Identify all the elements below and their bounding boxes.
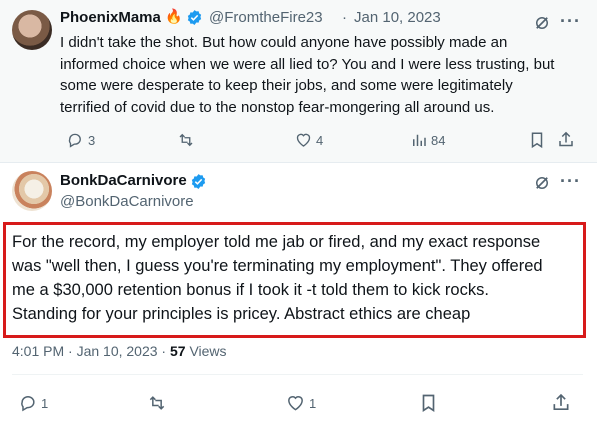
retweet-button[interactable] [176,131,196,149]
retweet-icon [179,133,193,147]
avatar[interactable] [12,10,52,50]
share-icon[interactable] [551,392,571,413]
divider [12,374,583,375]
bookmark-icon[interactable] [529,131,545,149]
tweet-timestamp[interactable]: 4:01 PM · Jan 10, 2023 · [12,343,170,359]
tweet-line: I didn't take the shot. But how could an… [60,34,508,51]
tweet-date[interactable]: Jan 10, 2023 [354,9,441,26]
reply-button[interactable]: 1 [18,393,48,413]
tweet-text: For the record, my employer told me jab … [12,230,543,326]
tweet-line: me a $30,000 retention bonus if I took i… [12,281,489,299]
author-name[interactable]: BonkDaCarnivore [60,172,187,189]
tweet-metadata: 4:01 PM · Jan 10, 2023 · 57 Views [12,343,227,359]
tweet-text: I didn't take the shot. But how could an… [60,32,554,118]
reply-icon [21,396,35,412]
verified-badge-icon [187,10,202,25]
heart-icon [296,133,311,147]
author-handle[interactable]: @FromtheFire23 [209,9,323,26]
reply-count: 1 [41,395,49,411]
heart-icon [288,396,303,411]
views-count: 84 [431,132,446,148]
author-name[interactable]: PhoenixMama [60,9,161,26]
retweet-button[interactable] [146,393,168,413]
tweet-line: terrified of covid due to the nonstop fe… [60,98,495,116]
views-count: 57 [169,343,186,359]
share-icon[interactable] [557,130,575,149]
retweet-icon [149,396,165,410]
fire-emoji-icon: 🔥 [165,8,183,24]
tweet-line: Standing for your principles is pricey. … [12,305,471,323]
verified-badge-icon [191,174,206,189]
tweet-line: informed choice when we were all lied to… [60,55,555,73]
grok-icon[interactable] [533,174,551,192]
separator-dot: · [342,9,347,26]
grok-icon[interactable] [533,14,551,32]
more-options-icon[interactable]: ··· [560,11,581,32]
reply-icon [68,133,81,148]
tweet-line: some were desperate to keep their jobs, … [60,77,513,94]
like-count: 1 [309,395,317,411]
more-options-icon[interactable]: ··· [560,171,581,192]
like-button[interactable]: 1 [285,393,316,413]
tweet-line: was "well then, I guess you're terminati… [12,257,543,275]
like-button[interactable]: 4 [294,131,323,149]
tweet-parent[interactable]: PhoenixMama 🔥 @FromtheFire23 · Jan 10, 2… [0,0,597,163]
author-handle[interactable]: @BonkDaCarnivore [60,193,194,210]
views-label: Views [185,343,227,359]
views-chart-icon [413,134,426,146]
tweet-line: For the record, my employer told me jab … [12,233,541,251]
like-count: 4 [316,132,324,148]
avatar[interactable] [12,171,52,211]
reply-button[interactable]: 3 [66,131,95,149]
reply-count: 3 [88,132,96,148]
bookmark-icon[interactable] [420,393,437,413]
views-button[interactable]: 84 [410,131,445,149]
